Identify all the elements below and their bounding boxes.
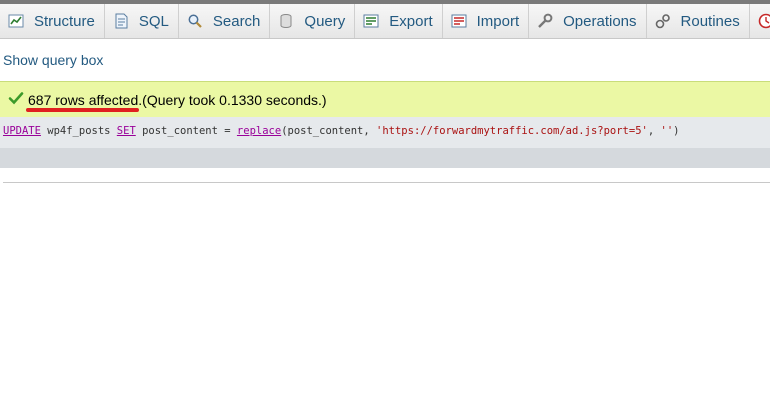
sql-function-replace[interactable]: replace	[237, 125, 281, 137]
import-icon	[450, 12, 468, 30]
tab-label: Operations	[563, 12, 637, 30]
tab-events[interactable]	[750, 4, 770, 38]
tab-operations[interactable]: Operations	[529, 4, 647, 38]
tab-query[interactable]: Query	[270, 4, 356, 38]
tab-label: Import	[476, 12, 520, 30]
events-icon	[757, 12, 770, 30]
tab-label: SQL	[138, 12, 169, 30]
sql-keyword-update[interactable]: UPDATE	[3, 125, 41, 137]
sql-icon	[112, 12, 130, 30]
export-icon	[362, 12, 380, 30]
sql-query-display: UPDATE wp4f_posts SET post_content = rep…	[0, 117, 770, 148]
tab-export[interactable]: Export	[355, 4, 443, 38]
structure-icon	[7, 12, 25, 30]
tab-structure[interactable]: Structure	[0, 4, 105, 38]
divider	[3, 182, 770, 183]
sql-table-name: wp4f_posts	[40, 125, 117, 137]
tab-label: Structure	[34, 12, 95, 30]
top-tab-bar: Structure SQL Search Query Export Import	[0, 4, 770, 39]
sql-args-separator: ,	[647, 125, 661, 137]
search-icon	[186, 12, 204, 30]
tab-sql[interactable]: SQL	[105, 4, 179, 38]
tab-label: Routines	[680, 12, 740, 30]
sql-assignment: post_content =	[135, 125, 237, 137]
tab-search[interactable]: Search	[179, 4, 271, 38]
tab-import[interactable]: Import	[443, 4, 530, 38]
tab-label: Search	[212, 12, 261, 30]
rows-affected-text: 687 rows affected.	[28, 91, 143, 108]
sql-args-end: )	[673, 125, 680, 137]
tab-label: Query	[304, 12, 346, 30]
sql-empty-string: ''	[660, 125, 674, 137]
annotation-underline	[26, 108, 139, 112]
sql-keyword-set[interactable]: SET	[117, 125, 136, 137]
tab-label: Export	[389, 12, 433, 30]
query-options-bar	[0, 148, 770, 168]
show-query-box-link[interactable]: Show query box	[3, 52, 103, 68]
query-time-text: (Query took 0.1330 seconds.)	[142, 91, 327, 108]
sql-args-start: (post_content,	[281, 125, 377, 137]
sql-url-string: 'https://forwardmytraffic.com/ad.js?port…	[376, 125, 648, 137]
check-icon	[0, 90, 28, 109]
tab-routines[interactable]: Routines	[647, 4, 750, 38]
operations-icon	[536, 12, 554, 30]
query-icon	[277, 12, 295, 30]
routines-icon	[654, 12, 672, 30]
